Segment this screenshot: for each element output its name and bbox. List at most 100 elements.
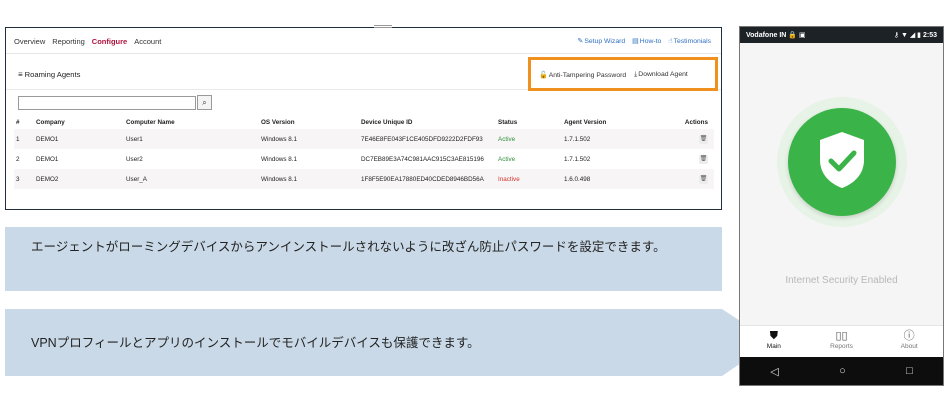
page-title-text: Roaming Agents (24, 70, 81, 79)
setup-wizard-label: Setup Wizard (584, 38, 626, 45)
shield-check-icon (820, 132, 864, 188)
help-links: ✎Setup Wizard ▤How-to ☝Testimonials (577, 37, 711, 45)
table-header-row: # Company Computer Name OS Version Devic… (14, 116, 714, 129)
delete-icon[interactable]: 🗑 (699, 154, 708, 164)
anti-tampering-password-button[interactable]: 🔓Anti-Tampering Password (539, 71, 626, 79)
search-input[interactable] (18, 96, 196, 110)
cell-index: 1 (16, 135, 20, 143)
battery-icon: ▮ (917, 32, 922, 39)
cell-index: 3 (16, 175, 20, 183)
how-to-label: How-to (639, 38, 662, 45)
table-row: 3 DEMO2 User_A Windows 8.1 1F8F5E90EA178… (14, 169, 714, 189)
banner-text: エージェントがローミングデバイスからアンインストールされないように改ざん防止パス… (31, 240, 666, 254)
cell-actions: 🗑 (652, 129, 714, 149)
cell-os-version: Windows 8.1 (261, 155, 298, 163)
info-icon: ⓘ (903, 330, 915, 342)
testimonials-label: Testimonials (673, 38, 711, 45)
key-icon: ⚷ (893, 32, 899, 39)
menu-overview[interactable]: Overview (14, 37, 45, 46)
dashboard-window: Overview Reporting Configure Account ✎Se… (5, 25, 722, 210)
col-company: Company (36, 119, 65, 126)
agents-table: # Company Computer Name OS Version Devic… (14, 116, 714, 189)
main-menu: Overview Reporting Configure Account (14, 37, 161, 46)
tab-main[interactable]: ⛊ Main (740, 326, 808, 357)
tab-reports[interactable]: ▯▯ Reports (808, 326, 876, 357)
cell-company: DEMO2 (36, 175, 59, 183)
carrier-name: Vodafone IN (746, 32, 787, 39)
col-index: # (16, 119, 20, 126)
cell-status: Active (498, 155, 516, 163)
cell-computer-name: User_A (126, 175, 147, 183)
signal-icon: ◢ (909, 32, 916, 39)
tab-about-label: About (900, 343, 918, 350)
cell-actions: 🗑 (652, 149, 714, 169)
delete-icon[interactable]: 🗑 (699, 134, 708, 144)
col-status: Status (498, 119, 518, 126)
cell-status: Active (498, 135, 516, 143)
cell-status: Inactive (498, 175, 520, 183)
unlock-icon: 🔓 (539, 72, 548, 79)
col-os-version: OS Version (261, 119, 295, 126)
list-icon: ≡ (18, 70, 23, 79)
anti-tampering-label: Anti-Tampering Password (548, 72, 627, 79)
how-to-link[interactable]: ▤How-to (632, 37, 661, 45)
cell-agent-version: 1.7.1.502 (564, 135, 591, 143)
phone-tab-bar: ⛊ Main ▯▯ Reports ⓘ About (740, 325, 943, 357)
col-computer-name: Computer Name (126, 119, 175, 126)
menu-configure[interactable]: Configure (92, 37, 127, 46)
cell-agent-version: 1.7.1.502 (564, 155, 591, 163)
android-nav-bar: ◁ ○ □ (740, 357, 943, 385)
col-device-id: Device Unique ID (361, 119, 413, 126)
cell-agent-version: 1.6.0.498 (564, 175, 591, 183)
testimonials-link[interactable]: ☝Testimonials (668, 37, 711, 45)
page-title: ≡ Roaming Agents (18, 70, 80, 79)
delete-icon[interactable]: 🗑 (699, 174, 708, 184)
image-icon: ▣ (798, 32, 806, 39)
back-icon[interactable]: ◁ (770, 365, 778, 378)
shield-icon: ⛊ (769, 330, 778, 342)
col-actions: Actions (684, 119, 708, 126)
carrier-label: Vodafone IN 🔒 ▣ (746, 31, 806, 39)
cell-device-id: 1F8F5E90EA17880ED40CDED8946BD56A (361, 175, 484, 183)
col-agent-version: Agent Version (564, 119, 607, 126)
menu-reporting[interactable]: Reporting (52, 37, 85, 46)
clock-time: 2:53 (922, 32, 937, 39)
recents-icon[interactable]: □ (906, 365, 913, 377)
tab-reports-label: Reports (830, 343, 853, 350)
table-row: 1 DEMO1 User1 Windows 8.1 7E46E8FE043F1C… (14, 129, 714, 149)
protection-status-button[interactable] (788, 108, 896, 216)
banner-text: VPNプロフィールとアプリのインストールでモバイルデバイスも保護できます。 (31, 336, 480, 350)
lock-icon: 🔒 (788, 32, 797, 39)
wifi-icon: ▼ (900, 32, 908, 39)
home-icon[interactable]: ○ (839, 365, 846, 377)
search-icon: ⌕ (202, 98, 207, 107)
cell-os-version: Windows 8.1 (261, 135, 298, 143)
table-row: 2 DEMO1 User2 Windows 8.1 DC7EB89E3A74C9… (14, 149, 714, 169)
cell-device-id: 7E46E8FE043F1CE405DFD9222D2FDF93 (361, 135, 483, 143)
cell-os-version: Windows 8.1 (261, 175, 298, 183)
highlighted-actions: 🔓Anti-Tampering Password ⤓Download Agent (528, 57, 718, 91)
security-status-text: Internet Security Enabled (785, 275, 898, 286)
tab-main-label: Main (766, 343, 781, 350)
phone-status-bar: Vodafone IN 🔒 ▣ ⚷ ▼ ◢ ▮ 2:53 (740, 27, 943, 43)
status-icons: ⚷ ▼ ◢ ▮ 2:53 (894, 31, 937, 39)
setup-wizard-link[interactable]: ✎Setup Wizard (577, 37, 625, 45)
cell-company: DEMO1 (36, 155, 59, 163)
search-button[interactable]: ⌕ (197, 95, 212, 110)
cell-company: DEMO1 (36, 135, 59, 143)
wand-icon: ✎ (577, 38, 584, 45)
cell-actions: 🗑 (652, 169, 714, 189)
cell-computer-name: User1 (126, 135, 143, 143)
cell-index: 2 (16, 155, 20, 163)
cell-device-id: DC7EB89E3A74C981AAC915C3AE815196 (361, 155, 484, 163)
menu-account[interactable]: Account (134, 37, 161, 46)
download-agent-button[interactable]: ⤓Download Agent (634, 71, 688, 79)
book-icon: ▤ (632, 38, 639, 45)
bar-chart-icon: ▯▯ (835, 330, 848, 342)
download-agent-label: Download Agent (638, 71, 688, 78)
thumbs-up-icon: ☝ (668, 38, 673, 45)
info-banner-anti-tampering: エージェントがローミングデバイスからアンインストールされないように改ざん防止パス… (5, 227, 722, 291)
tab-about[interactable]: ⓘ About (875, 326, 943, 357)
top-navigation: Overview Reporting Configure Account ✎Se… (6, 28, 721, 54)
info-banner-mobile: VPNプロフィールとアプリのインストールでモバイルデバイスも保護できます。 (5, 309, 772, 376)
